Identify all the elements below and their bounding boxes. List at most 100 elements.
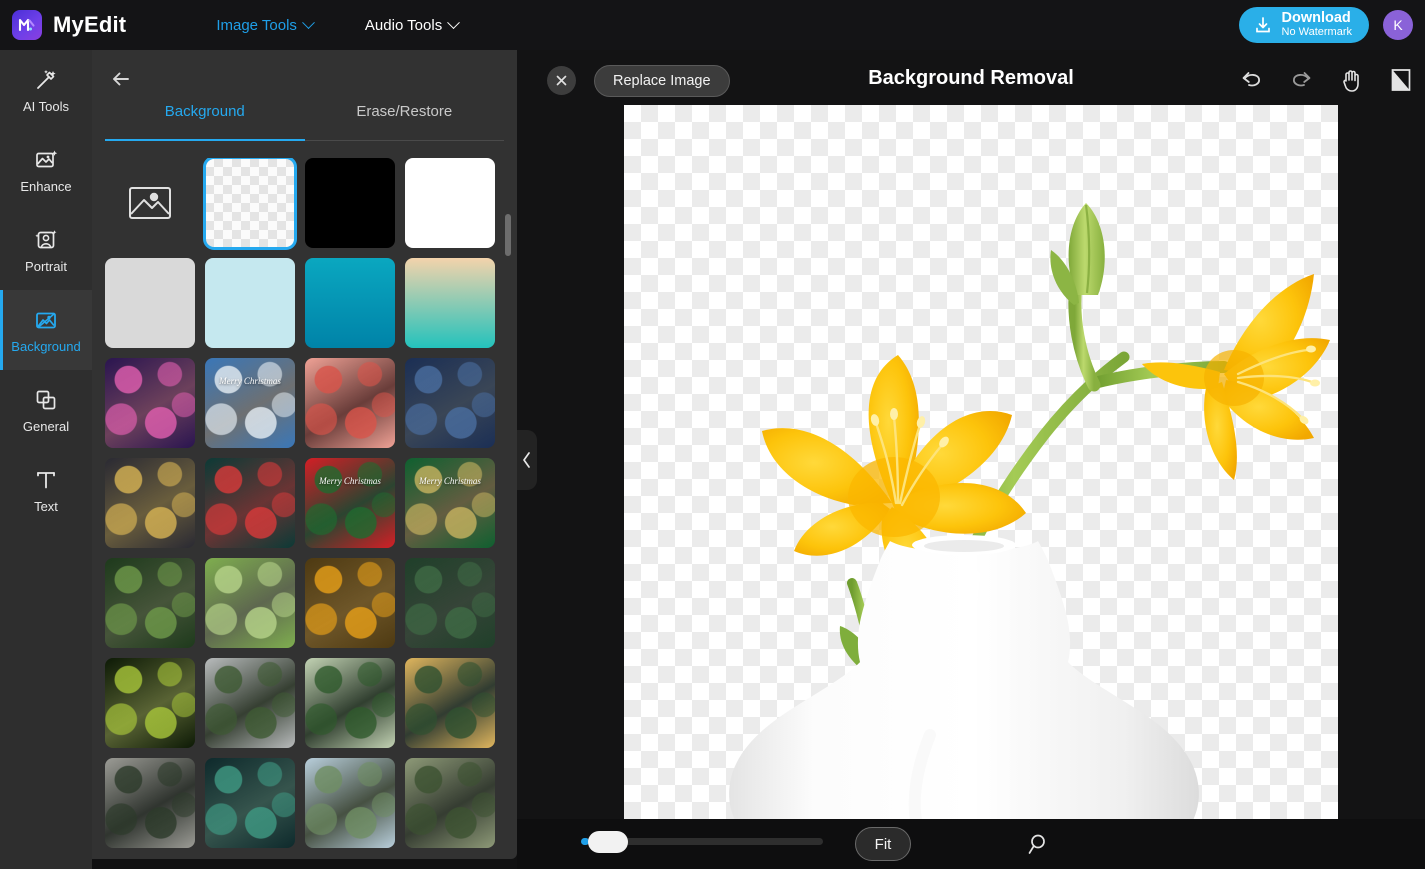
download-icon xyxy=(1255,17,1270,33)
background-thumb-leaves-on-sage[interactable] xyxy=(305,658,395,748)
nav-audio-tools[interactable]: Audio Tools xyxy=(364,15,461,34)
download-subtitle: No Watermark xyxy=(1281,25,1353,38)
avatar[interactable]: K xyxy=(1383,10,1413,40)
sidebar-item-enhance-label: Enhance xyxy=(20,178,72,194)
text-icon xyxy=(37,471,55,488)
brand-name: MyEdit xyxy=(53,12,127,37)
panel-collapse-handle[interactable] xyxy=(517,430,537,490)
nav-image-tools-label: Image Tools xyxy=(216,16,297,34)
compare-toggle[interactable] xyxy=(1387,66,1415,94)
panel-scrollbar-thumb[interactable] xyxy=(505,214,511,256)
sidebar-item-text[interactable]: Text xyxy=(0,450,92,530)
background-thumb-teal-background[interactable] xyxy=(305,258,395,348)
background-thumb-palm-on-olive-wall[interactable] xyxy=(405,758,495,848)
background-thumb-white-background[interactable] xyxy=(405,158,495,248)
background-thumbnail-grid: Merry Christmas Merry Christmas Merry Chri… xyxy=(105,158,504,848)
main-nav: Image Tools Audio Tools xyxy=(216,15,461,34)
undo-icon xyxy=(1242,72,1260,87)
background-thumb-pale-blue-background[interactable] xyxy=(205,258,295,348)
zoom-slider-handle[interactable] xyxy=(588,831,628,853)
panel-back-button[interactable] xyxy=(108,66,134,92)
background-thumb-upload-custom-background[interactable] xyxy=(105,158,195,248)
sidebar-item-portrait[interactable]: Portrait xyxy=(0,210,92,290)
background-thumbnail-grid-wrapper: Merry Christmas Merry Christmas Merry Chri… xyxy=(105,158,504,858)
background-thumb-tropical-leaves-dark[interactable] xyxy=(105,558,195,648)
thumb-caption: Merry Christmas xyxy=(219,376,281,386)
background-thumb-black-background[interactable] xyxy=(305,158,395,248)
chevron-down-icon xyxy=(447,15,461,29)
hand-icon xyxy=(1342,70,1359,92)
pan-tool[interactable] xyxy=(1337,66,1365,94)
background-thumb-palm-fan-leaves[interactable] xyxy=(105,658,195,748)
fit-button-label: Fit xyxy=(874,835,892,853)
back-arrow-icon xyxy=(113,72,129,86)
background-thumb-candy-cane-teal[interactable] xyxy=(205,458,295,548)
panel-scrollbar[interactable] xyxy=(505,162,511,852)
tab-erase-restore-label: Erase/Restore xyxy=(356,103,453,120)
background-icon xyxy=(36,312,56,328)
tab-background-label: Background xyxy=(164,103,245,120)
chevron-down-icon xyxy=(302,15,315,29)
background-thumb-transparent-background[interactable] xyxy=(203,158,297,250)
sidebar-item-ai-tools-label: AI Tools xyxy=(22,98,69,114)
portrait-icon xyxy=(35,229,57,248)
myedit-app: MyEdit Image Tools Audio Tools Download xyxy=(0,0,1425,869)
sidebar-item-ai-tools[interactable]: AI Tools xyxy=(0,50,92,130)
image-canvas[interactable] xyxy=(624,105,1338,869)
download-button[interactable]: Download No Watermark xyxy=(1238,7,1369,43)
chevron-left-icon xyxy=(523,452,530,468)
stage-toolbar: Replace Image Background Removal xyxy=(517,50,1425,112)
nav-image-tools[interactable]: Image Tools xyxy=(216,15,315,34)
myedit-logo-icon xyxy=(12,10,42,40)
panel-tabs: Background Erase/Restore xyxy=(105,103,504,141)
background-thumb-christmas-trees-pattern[interactable] xyxy=(105,358,195,448)
background-thumb-blurred-dark-leaves[interactable] xyxy=(205,758,295,848)
background-thumb-santa-stockings-pattern[interactable] xyxy=(305,358,395,448)
background-thumb-green-wreath-christmas[interactable]: Merry Christmas xyxy=(405,458,495,548)
fit-button[interactable]: Fit xyxy=(855,827,911,861)
undo-button[interactable] xyxy=(1237,66,1265,94)
layers-icon xyxy=(36,390,56,409)
background-thumb-dewy-dark-leaves[interactable] xyxy=(405,558,495,648)
sidebar-item-background[interactable]: Background xyxy=(0,290,92,370)
sidebar-item-text-label: Text xyxy=(34,498,58,514)
header-right-actions: Download No Watermark K xyxy=(1238,0,1413,50)
tab-background[interactable]: Background xyxy=(105,103,305,141)
background-panel: Background Erase/Restore Merry Christmas… xyxy=(92,50,517,859)
background-thumb-light-green-leaves[interactable] xyxy=(205,558,295,648)
magic-wand-icon xyxy=(37,69,56,89)
redo-button[interactable] xyxy=(1287,66,1315,94)
sidebar-item-general-label: General xyxy=(22,418,70,434)
background-thumb-winter-night-snowman[interactable] xyxy=(405,358,495,448)
background-thumb-autumn-maple-leaves[interactable] xyxy=(305,558,395,648)
sidebar-item-general[interactable]: General xyxy=(0,370,92,450)
image-sparkle-icon xyxy=(36,150,58,167)
tab-erase-restore[interactable]: Erase/Restore xyxy=(305,103,505,140)
background-thumb-gold-ornaments-dark[interactable] xyxy=(105,458,195,548)
sidebar-item-portrait-label: Portrait xyxy=(25,258,67,274)
download-title: Download xyxy=(1281,10,1351,27)
artwork-flowers-in-vase xyxy=(729,203,1330,819)
image-upload-icon xyxy=(129,187,171,219)
sidebar-item-enhance[interactable]: Enhance xyxy=(0,130,92,210)
thumb-caption: Merry Christmas xyxy=(319,476,381,486)
background-thumb-leaves-golden-wall[interactable] xyxy=(405,658,495,748)
background-thumb-merry-christmas-red[interactable]: Merry Christmas xyxy=(305,458,395,548)
redo-icon xyxy=(1292,72,1310,87)
background-thumb-fern-on-gray[interactable] xyxy=(205,658,295,748)
brand-logo[interactable]: MyEdit xyxy=(12,10,126,40)
editor-stage: Replace Image Background Removal xyxy=(517,50,1425,869)
magnifier-icon[interactable] xyxy=(1027,832,1051,856)
background-thumb-light-gray-background[interactable] xyxy=(105,258,195,348)
nav-audio-tools-label: Audio Tools xyxy=(364,16,443,34)
background-thumb-palm-shadow-gray[interactable] xyxy=(105,758,195,848)
top-header-bar: MyEdit Image Tools Audio Tools Download xyxy=(0,0,1425,50)
thumb-caption: Merry Christmas xyxy=(419,476,481,486)
background-thumb-peach-teal-gradient[interactable] xyxy=(405,258,495,348)
left-tool-rail: AI Tools Enhance Portrait Background Gen… xyxy=(0,50,92,869)
sidebar-item-background-label: Background xyxy=(11,338,81,354)
stage-tool-icons xyxy=(1237,66,1415,94)
background-thumb-blue-sky-plants[interactable] xyxy=(305,758,395,848)
page-peel-icon xyxy=(1391,69,1411,91)
background-thumb-merry-christmas-snow[interactable]: Merry Christmas xyxy=(205,358,295,448)
